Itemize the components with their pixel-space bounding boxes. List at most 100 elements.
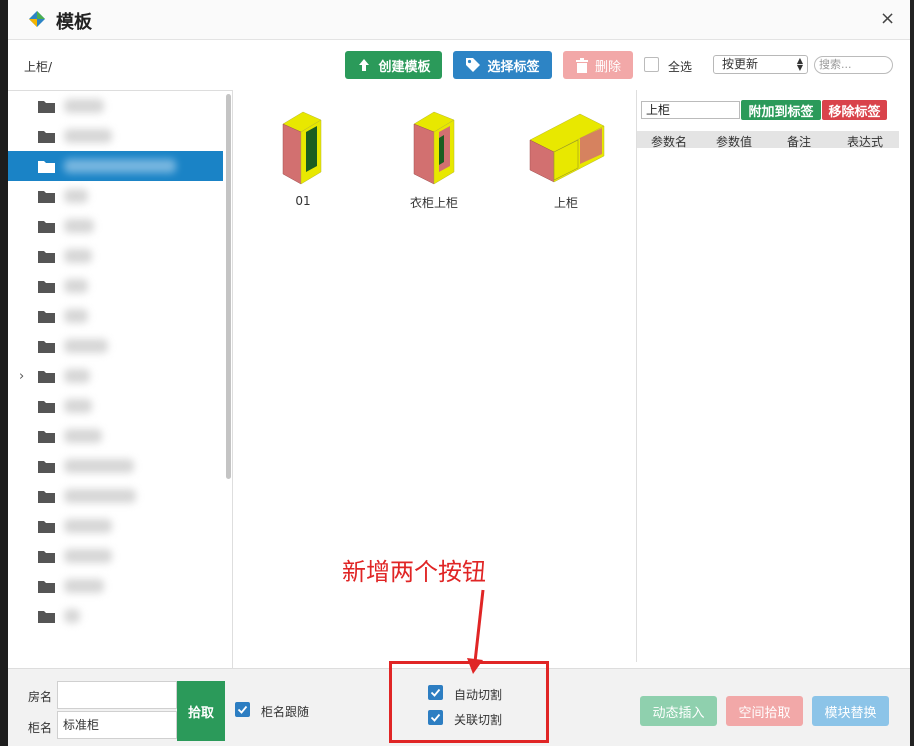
tree-folder-item[interactable] (8, 211, 223, 241)
template-name: 01 (295, 194, 311, 208)
close-icon[interactable]: × (880, 8, 895, 30)
tree-folder-label (64, 489, 136, 503)
tree-folder-label (64, 519, 112, 533)
folder-icon (38, 251, 55, 263)
room-name-input[interactable] (57, 681, 177, 709)
tag-value: 上柜 (646, 103, 671, 117)
tree-folder-item[interactable] (8, 151, 223, 181)
breadcrumb: 上柜/ (24, 60, 53, 74)
pick-button[interactable]: 拾取 (177, 681, 225, 741)
search-input[interactable]: 搜索... (814, 56, 893, 74)
delete-label: 删除 (594, 59, 621, 75)
tree-folder-label (64, 339, 108, 353)
background-window-left (0, 0, 8, 746)
tree-folder-item[interactable] (8, 301, 223, 331)
select-all-label: 全选 (668, 60, 693, 74)
tree-folder-label (64, 129, 112, 143)
tree-folder-label (64, 549, 112, 563)
tree-folder-item[interactable] (8, 451, 223, 481)
background-window-right (910, 0, 914, 746)
upload-icon (359, 59, 370, 71)
tree-folder-item[interactable] (8, 391, 223, 421)
create-template-label: 创建模板 (378, 59, 431, 75)
folder-icon (38, 611, 55, 623)
tree-folder-label (64, 459, 134, 473)
follow-name-checkbox[interactable] (235, 702, 250, 717)
create-template-button[interactable]: 创建模板 (345, 51, 442, 79)
tree-folder-item[interactable] (8, 241, 223, 271)
tree-folder-item[interactable] (8, 571, 223, 601)
tree-folder-label (64, 279, 88, 293)
folder-icon (38, 551, 55, 563)
tree-folder-label (64, 369, 90, 383)
template-item[interactable]: 01 (255, 110, 351, 208)
sort-select[interactable]: 按更新 ▲ ▼ (713, 55, 808, 74)
tree-folder-item[interactable]: › (8, 361, 223, 391)
select-all-checkbox[interactable] (644, 57, 659, 72)
template-item[interactable]: 上柜 (518, 110, 614, 211)
select-tag-label: 选择标签 (487, 59, 540, 75)
folder-icon (38, 461, 55, 473)
module-replace-button[interactable]: 模块替换 (812, 696, 889, 726)
tree-folder-item[interactable] (8, 121, 223, 151)
tree-folder-item[interactable] (8, 271, 223, 301)
tree-folder-item[interactable] (8, 541, 223, 571)
trash-icon (575, 57, 588, 73)
add-to-tag-button[interactable]: 附加到标签 (741, 100, 821, 120)
folder-icon (38, 131, 55, 143)
tree-folder-label (64, 189, 88, 203)
cabinet-thumbnail-icon (413, 111, 455, 185)
tree-divider (232, 90, 233, 668)
tree-folder-label (64, 159, 176, 173)
tree-folder-label (64, 249, 92, 263)
cabinet-name-input[interactable]: 标准柜 (57, 711, 177, 739)
dynamic-insert-button[interactable]: 动态插入 (640, 696, 717, 726)
grid-divider (636, 90, 637, 662)
chevron-right-icon[interactable]: › (19, 369, 24, 384)
folder-icon (38, 101, 55, 113)
tree-folder-item[interactable] (8, 511, 223, 541)
space-pick-button[interactable]: 空间拾取 (726, 696, 803, 726)
tree-folder-label (64, 609, 80, 623)
follow-name-label: 柜名跟随 (261, 705, 310, 719)
dialog-title: 模板 (56, 12, 92, 33)
tree-folder-label (64, 99, 104, 113)
cabinet-thumbnail-icon (529, 113, 605, 183)
cabinet-name-label: 柜名 (28, 721, 53, 735)
tree-folder-item[interactable] (8, 601, 223, 631)
folder-icon (38, 491, 55, 503)
tree-folder-item[interactable] (8, 421, 223, 451)
folder-icon (38, 281, 55, 293)
cabinet-thumbnail-icon (282, 111, 322, 185)
folder-icon (38, 581, 55, 593)
annotation-box (389, 661, 549, 743)
delete-button[interactable]: 删除 (563, 51, 633, 79)
annotation-text: 新增两个按钮 (342, 558, 486, 586)
template-name: 上柜 (553, 196, 578, 210)
sort-value: 按更新 (722, 57, 759, 71)
folder-icon (38, 191, 55, 203)
tree-folder-label (64, 309, 88, 323)
folder-icon (38, 221, 55, 233)
template-item[interactable]: 衣柜上柜 (386, 110, 482, 211)
folder-tree: › (8, 90, 232, 668)
tree-folder-label (64, 579, 104, 593)
check-icon (237, 705, 248, 714)
select-tag-button[interactable]: 选择标签 (453, 51, 552, 79)
sort-arrows-icon: ▲ ▼ (796, 56, 803, 72)
column-expression: 表达式 (847, 135, 884, 149)
title-bar: 模板 × (8, 0, 910, 40)
template-name: 衣柜上柜 (409, 196, 458, 210)
tree-folder-item[interactable] (8, 91, 223, 121)
template-dialog: 模板 × 上柜/ 创建模板 选择标签 删除 全选 按更新 ▲ ▼ 搜索... ›… (8, 0, 910, 746)
remove-tag-button[interactable]: 移除标签 (822, 100, 887, 120)
room-name-label: 房名 (28, 690, 53, 704)
tree-scrollbar[interactable] (226, 94, 231, 479)
column-param-value: 参数值 (716, 135, 753, 149)
tree-folder-item[interactable] (8, 481, 223, 511)
folder-icon (38, 371, 55, 383)
folder-icon (38, 521, 55, 533)
tag-input[interactable]: 上柜 (641, 101, 740, 119)
tree-folder-item[interactable] (8, 331, 223, 361)
tree-folder-item[interactable] (8, 181, 223, 211)
